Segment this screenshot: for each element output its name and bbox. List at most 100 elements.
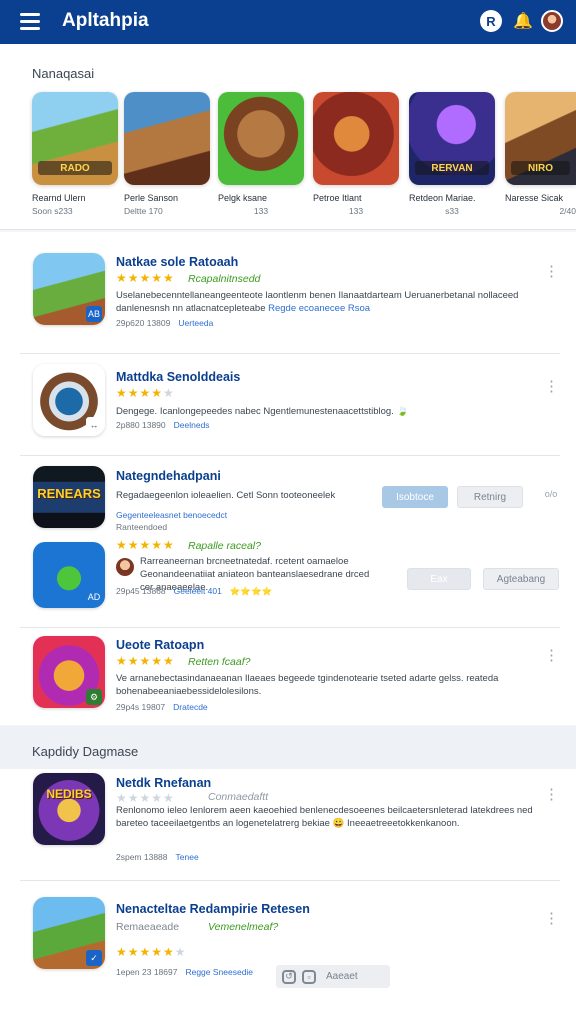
featured-card[interactable]: Perle Sanson Deltte 170	[124, 92, 210, 216]
meta-link[interactable]: Regge Sneesedie	[185, 967, 253, 977]
app-list: AB Natkae sole Ratoaah ★★★★★ Rcapalnitns…	[0, 232, 576, 725]
open-button[interactable]: Isobtoce	[382, 486, 448, 508]
list-item[interactable]: NEDIBS Netdk Rnefanan ★★★★★ Conmaedaftt …	[20, 769, 560, 881]
list-item[interactable]: ↔ Mattdka Senolddeais ★★★★★ Dengege. Ica…	[20, 356, 560, 456]
extra-label: o/o	[544, 489, 558, 499]
featured-meta: 133	[253, 206, 269, 216]
toolbar-label[interactable]: Aaeaet	[326, 971, 358, 982]
app-tag: Remaeaeade	[116, 921, 180, 933]
featured-card[interactable]: Pelgk ksane 133	[218, 92, 304, 216]
app-title[interactable]: Netdk Rnefanan	[116, 776, 211, 790]
app-description: Uselanebecenntellaneangeenteote laontlen…	[116, 290, 536, 316]
agree-button[interactable]: Agteabang	[483, 568, 559, 590]
list-item[interactable]: ⚙ Ueote Ratoapn ★★★★★ Retten fcaaf? Ve a…	[20, 630, 560, 722]
more-options-icon[interactable]: ⋮	[544, 379, 559, 394]
featured-art: NIRO	[505, 92, 576, 185]
corner-badge: ↔	[86, 417, 102, 433]
app-tag: Rapalle raceal?	[188, 540, 261, 552]
featured-art: RADO	[32, 92, 118, 185]
app-meta: 29p620 13809 Uerteeda	[116, 318, 213, 328]
featured-section: Nanaqasai RADO Rearnd Ulern Soon s233 Pe…	[0, 44, 576, 230]
app-icon: ⚙	[33, 636, 105, 708]
corner-badge: AD	[87, 592, 101, 602]
featured-card[interactable]: RADO Rearnd Ulern Soon s233	[32, 92, 118, 216]
app-description: Ve arnanebectasindanaeanan Ilaeaes begee…	[116, 673, 499, 697]
app-title[interactable]: Ueote Ratoapn	[116, 638, 204, 652]
app-meta-text: 1epen 23 18697	[116, 967, 178, 977]
featured-name: Naresse Sicak	[505, 193, 564, 203]
featured-meta: Deltte 170	[124, 206, 163, 216]
featured-art: RERVAN	[409, 92, 495, 185]
rating-button[interactable]: Retnirg	[457, 486, 523, 508]
featured-name: Retdeon Mariae.	[409, 193, 476, 203]
featured-name: Petroe Itlant	[313, 193, 362, 203]
app-bar: Apltahpia R 🔔	[0, 0, 576, 44]
featured-art	[218, 92, 304, 185]
meta-link[interactable]: Deelneds	[174, 420, 210, 430]
list-item[interactable]: RENEARS Nategndehadpani Regadaegeenlon i…	[20, 458, 560, 628]
rating-stars: ★★★★★	[116, 654, 175, 668]
meta-link[interactable]: Tenee	[176, 852, 199, 862]
featured-art-banner: RADO	[38, 161, 112, 175]
menu-icon[interactable]	[20, 13, 40, 31]
meta-link[interactable]: Gegenteeleasnet benoecedct	[116, 510, 227, 520]
meta-link[interactable]: Geeleeit 401	[174, 586, 222, 596]
featured-name: Rearnd Ulern	[32, 193, 86, 203]
featured-art-banner: RERVAN	[415, 161, 489, 175]
app-title[interactable]: Nategndehadpani	[116, 469, 221, 483]
app-description: Regadaegeenlon ioleaelien. Cetl Sonn too…	[116, 490, 336, 501]
app-title: Apltahpia	[62, 10, 149, 31]
featured-meta: s33	[445, 206, 459, 216]
reaction-emojis: ⭐⭐⭐⭐	[229, 586, 273, 596]
featured-art	[313, 92, 399, 185]
app-meta-text: 29p620 13809	[116, 318, 171, 328]
list-item[interactable]: ✓ Nenacteltae Redampirie Retesen Remaeae…	[20, 887, 560, 1007]
featured-heading: Nanaqasai	[32, 66, 95, 81]
rating-stars: ★★★★★★	[116, 945, 187, 959]
app-description: Renlonomo ieleo Ienlorem aeen kaeoehied …	[116, 805, 533, 829]
edit-button[interactable]: Eax	[407, 568, 471, 590]
featured-card[interactable]: Petroe Itlant 133	[313, 92, 399, 216]
app-meta: 1epen 23 18697 Regge Sneesedie	[116, 967, 253, 977]
app-meta-text: 2spem 13888	[116, 852, 168, 862]
app-tag: Rcapalnitnsedd	[188, 273, 261, 285]
corner-badge: AB	[86, 306, 102, 322]
more-options-icon[interactable]: ⋮	[544, 648, 559, 663]
secondary-heading: Kapdidy Dagmase	[32, 744, 139, 759]
app-title[interactable]: Nenacteltae Redampirie Retesen	[116, 902, 310, 916]
avatar[interactable]	[541, 10, 563, 32]
app-title[interactable]: Mattdka Senolddeais	[116, 370, 240, 384]
app-meta: 29p4s 19807 Dratecde	[116, 702, 208, 712]
share-icon[interactable]: ↺	[282, 969, 296, 984]
app-icon: ✓	[33, 897, 105, 969]
description-link[interactable]: Regde ecoanecee Rsoa	[268, 303, 370, 314]
app-meta-text: 29p45 13868	[116, 586, 166, 596]
bookmark-icon[interactable]: ▫	[302, 969, 316, 984]
featured-name: Perle Sanson	[124, 193, 179, 203]
more-options-icon[interactable]: ⋮	[544, 264, 559, 279]
app-icon: NEDIBS	[33, 773, 105, 845]
featured-meta: Soon s233	[32, 206, 73, 216]
profile-icon[interactable]: R	[480, 10, 502, 32]
notification-bell-icon[interactable]: 🔔	[512, 10, 534, 32]
secondary-heading-bar: Kapdidy Dagmase	[0, 726, 576, 769]
rating-stars: ★★★★★	[116, 386, 175, 400]
app-meta: 29p45 13868 Geeleeit 401 ⭐⭐⭐⭐	[116, 586, 272, 597]
rating-stars: ★★★★★	[116, 271, 175, 285]
app-description: Dengege. Icanlongepeedes nabec Ngentlemu…	[116, 406, 409, 417]
meta-link[interactable]: Dratecde	[173, 702, 208, 712]
rating-stars: ★★★★★	[116, 791, 175, 805]
app-tag-secondary: Vemenelmeaf?	[208, 921, 279, 933]
featured-card[interactable]: NIRO Naresse Sicak 2/40	[505, 92, 576, 216]
meta-link[interactable]: Uerteeda	[178, 318, 213, 328]
app-icon: ↔	[33, 364, 105, 436]
user-avatar	[116, 558, 134, 576]
list-item[interactable]: AB Natkae sole Ratoaah ★★★★★ Rcapalnitns…	[20, 250, 560, 354]
featured-card[interactable]: RERVAN Retdeon Mariae. s33	[409, 92, 495, 216]
more-options-icon[interactable]: ⋮	[544, 911, 559, 926]
app-title[interactable]: Natkae sole Ratoaah	[116, 255, 238, 269]
featured-meta: 2/40	[559, 206, 576, 216]
app-tag: Conmaedaftt	[208, 791, 269, 803]
app-meta-text: 2p880 13890	[116, 420, 166, 430]
more-options-icon[interactable]: ⋮	[544, 787, 559, 802]
